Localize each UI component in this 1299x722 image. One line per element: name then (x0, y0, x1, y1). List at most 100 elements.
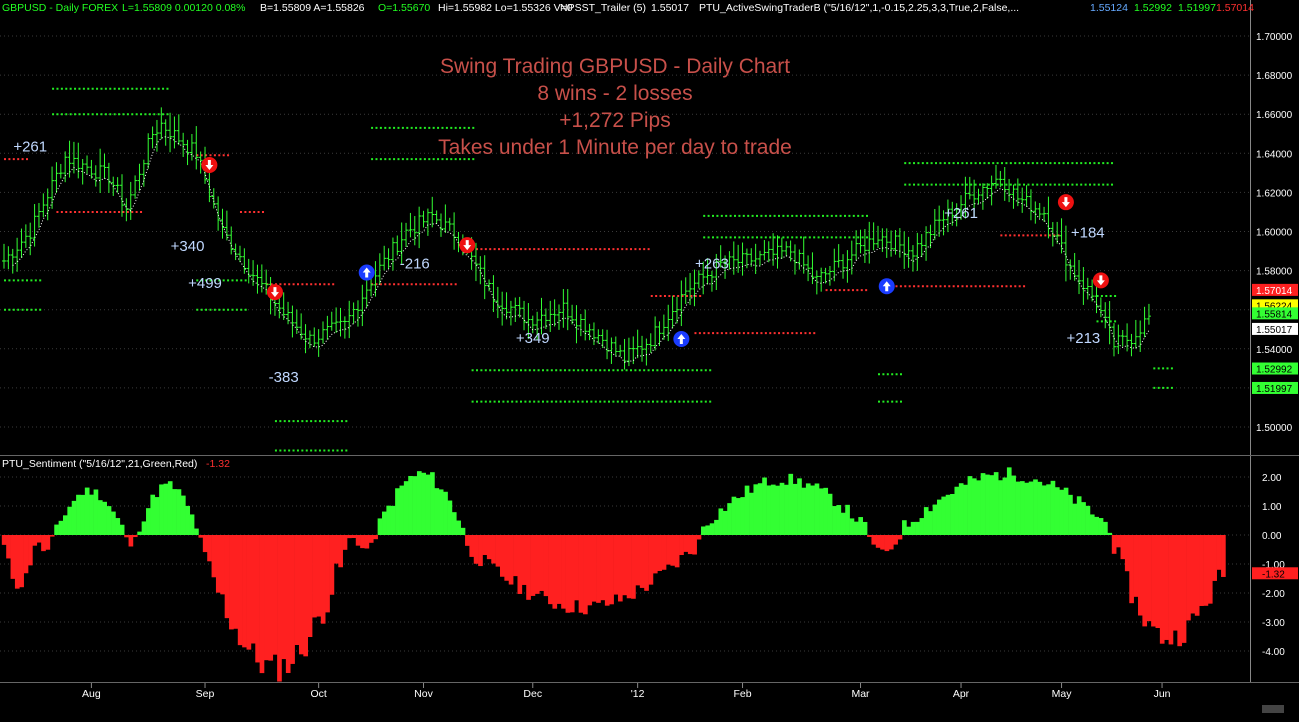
time-tick-label: Sep (196, 688, 215, 700)
sentiment-bar-positive (701, 526, 706, 535)
sentiment-bar-negative (644, 535, 649, 591)
sentiment-bar-positive (932, 504, 938, 535)
sentiment-bar-positive (853, 521, 859, 535)
sentiment-bar-negative (613, 535, 619, 595)
sentiment-bar-positive (714, 519, 719, 535)
trade-result-label: +340 (171, 238, 205, 255)
sentiment-bar-negative (6, 535, 11, 559)
overlay-line-2: 8 wins - 2 losses (537, 82, 692, 105)
header-hilo: Hi=1.55982 Lo=1.55326 V=0 (438, 2, 573, 14)
price-tick-label: 1.64000 (1256, 149, 1293, 160)
sentiment-bar-negative (1194, 535, 1200, 616)
sentiment-value: -1.32 (206, 458, 230, 470)
sentiment-bar-negative (548, 535, 553, 605)
sentiment-bar-negative (303, 535, 309, 657)
sentiment-bar-positive (115, 518, 121, 535)
sentiment-bar-negative (692, 535, 697, 555)
sentiment-bar-negative (49, 535, 55, 537)
sentiment-bar-negative (1124, 535, 1130, 572)
sentiment-bar-positive (906, 526, 912, 535)
sentiment-bar-positive (1072, 503, 1078, 535)
sentiment-bar-positive (836, 505, 842, 535)
sentiment-bar-positive (159, 484, 164, 535)
scroll-handle[interactable] (1262, 705, 1284, 713)
sentiment-bar-positive (119, 524, 125, 535)
buy-arrow-icon (673, 331, 690, 348)
sentiment-bar-negative (639, 535, 645, 588)
sentiment-bar-positive (1089, 514, 1095, 535)
sentiment-bar-negative (281, 535, 287, 660)
sentiment-bar-negative (1151, 535, 1156, 627)
header-stats: L=1.55809 0.00120 0.08% (122, 2, 246, 14)
sentiment-bar-positive (827, 493, 833, 535)
sentiment-bar-positive (958, 483, 964, 535)
sentiment-bar-negative (28, 535, 33, 566)
sentiment-bar-negative (670, 535, 676, 566)
sentiment-bar-positive (1054, 487, 1060, 535)
sentiment-bar-negative (285, 535, 291, 674)
sentiment-bar-negative (661, 535, 667, 570)
time-axis-labels: Aug Sep Oct Nov Dec '12 Feb Mar Apr May Jun (82, 683, 1171, 700)
sentiment-bar-negative (23, 535, 29, 574)
sentiment-bar-positive (54, 524, 59, 535)
sentiment-bar-positive (1024, 482, 1030, 535)
sentiment-bar-positive (1050, 480, 1056, 535)
price-tick-label: 1.54000 (1256, 345, 1293, 356)
sentiment-bar-positive (814, 483, 820, 535)
header-open: O=1.55670 (378, 2, 430, 14)
trade-result-label: +499 (188, 275, 222, 292)
sentiment-bar-positive (185, 505, 191, 535)
sentiment-bar-negative (1120, 535, 1126, 560)
sentiment-bar-negative (683, 535, 689, 552)
sentiment-bar-negative (674, 535, 680, 568)
sentiment-bar-negative (521, 535, 527, 585)
sentiment-bar-negative (259, 535, 265, 674)
time-tick-label: Jun (1154, 688, 1171, 700)
sell-arrow-icon (1057, 194, 1074, 211)
sentiment-bar-positive (801, 487, 807, 535)
sentiment-bar-negative (666, 535, 671, 565)
sentiment-bar-positive (788, 473, 794, 535)
trade-result-label: +349 (516, 330, 550, 347)
overlay-line-1: Swing Trading GBPUSD - Daily Chart (440, 55, 790, 78)
sentiment-bar-positive (377, 518, 383, 535)
sentiment-bar-negative (596, 535, 601, 603)
sentiment-bar-negative (609, 535, 614, 605)
sentiment-bar-negative (272, 535, 278, 655)
sentiment-bar-negative (294, 535, 300, 645)
sentiment-bar-positive (740, 497, 746, 535)
sentiment-bar-positive (727, 503, 732, 535)
sentiment-bar-negative (364, 535, 370, 549)
sentiment-bar-positive (451, 512, 457, 535)
sentiment-bar-positive (985, 474, 990, 535)
sentiment-bar-negative (1212, 535, 1217, 581)
sentiment-bar-positive (950, 493, 955, 535)
sentiment-bar-negative (242, 535, 247, 648)
sentiment-bar-positive (71, 500, 77, 535)
sentiment-bar-negative (469, 535, 475, 557)
sentiment-bar-negative (246, 535, 252, 650)
sentiment-bar-positive (980, 473, 986, 535)
time-tick-label: '12 (631, 688, 645, 700)
sentiment-bar-positive (1002, 477, 1008, 535)
trade-result-label: -216 (400, 256, 430, 273)
price-tag-label: 1.52992 (1256, 365, 1293, 376)
sentiment-bar-positive (810, 485, 815, 535)
sentiment-bar-negative (41, 535, 46, 552)
sentiment-bar-negative (1221, 535, 1226, 577)
sentiment-bar-negative (1186, 535, 1191, 621)
sentiment-bar-positive (1107, 532, 1113, 535)
sentiment-bar-negative (132, 535, 138, 538)
sentiment-bar-negative (687, 535, 693, 555)
sentiment-bar-positive (1041, 485, 1047, 535)
sentiment-bar-negative (530, 535, 536, 596)
sentiment-bar-positive (941, 496, 947, 535)
sentiment-tick-label: 1.00 (1262, 502, 1282, 513)
sentiment-bar-negative (250, 535, 256, 644)
sentiment-bar-negative (473, 535, 479, 564)
sentiment-bar-positive (76, 494, 81, 535)
sentiment-bar-positive (832, 506, 837, 535)
sentiment-bar-positive (902, 520, 907, 535)
sentiment-bar-positive (89, 494, 94, 535)
sentiment-bar-negative (1168, 535, 1174, 645)
